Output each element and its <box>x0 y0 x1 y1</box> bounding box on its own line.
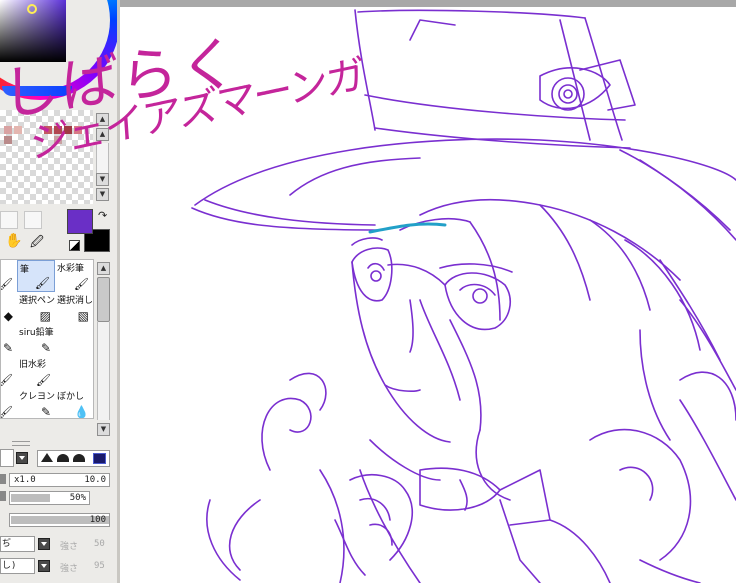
tool-slot[interactable]: 選択消し ▧ <box>55 292 93 324</box>
size-tool-icon <box>0 474 6 484</box>
brush-shape-soft-icon[interactable] <box>41 453 53 462</box>
swatch-palette[interactable] <box>0 110 93 204</box>
swatch[interactable] <box>4 126 12 134</box>
tool-label: siru鉛筆 <box>19 328 54 338</box>
texture-dropdown-button[interactable] <box>38 538 50 550</box>
bleed-select[interactable]: し) <box>0 558 35 574</box>
tool-panel: ▲ ▲ ▼ ▼ ✋ 🖉 ↷ ラン🖌筆🖌水彩筆🖌ム◆選択ペン▨選択消し▧ペン✎si… <box>0 0 117 583</box>
texture-select[interactable]: ぢ <box>0 536 35 552</box>
tool-slot[interactable]: 筆🖌 <box>17 260 55 292</box>
brush-shape-round-icon[interactable] <box>73 454 85 462</box>
panel-separator[interactable] <box>12 441 30 446</box>
brush-size-field[interactable]: x1.0 10.0 <box>9 473 110 487</box>
brush-icon: 🖌 <box>1 406 13 418</box>
swatch-scrollbar-track[interactable] <box>96 143 109 173</box>
select-eraser-icon: ▧ <box>77 309 89 323</box>
brush-scale-label: x1.0 <box>14 475 36 485</box>
blur-icon: 💧 <box>74 405 89 419</box>
tool-label: 水彩筆 <box>57 264 85 274</box>
color-picker-ring[interactable] <box>27 4 37 14</box>
line-art-drawing <box>191 9 736 583</box>
pencil-icon: ✎ <box>40 341 51 355</box>
swatch[interactable] <box>14 126 22 134</box>
min-size-value: 50% <box>69 493 86 503</box>
tool-grid: ラン🖌筆🖌水彩筆🖌ム◆選択ペン▨選択消し▧ペン✎siru鉛筆✎筆🖌旧水彩🖌紙🖌ク… <box>0 259 94 419</box>
tool-slot[interactable] <box>55 324 93 356</box>
tool-label: 選択消し <box>57 296 93 306</box>
swatch-scroll-down-mid[interactable]: ▼ <box>96 173 109 186</box>
reset-colors-icon[interactable] <box>69 240 80 251</box>
swatch[interactable] <box>74 126 82 134</box>
bleed-select-value: し) <box>2 561 17 571</box>
brush-shape-medium-icon[interactable] <box>57 454 69 462</box>
tool-label: 選択ペン <box>19 296 55 306</box>
tool-slot[interactable]: 旧水彩 🖌 <box>17 356 55 388</box>
mode-button[interactable] <box>24 211 42 229</box>
brush-shape-square-icon[interactable] <box>93 453 106 464</box>
crayon-icon: ✎ <box>40 405 51 419</box>
tool-slot[interactable]: ぼかし 💧 <box>55 388 93 419</box>
tool-slot[interactable] <box>55 356 93 388</box>
min-size-fill <box>11 494 50 502</box>
tool-scroll-up[interactable]: ▲ <box>97 262 110 275</box>
swatch[interactable] <box>64 126 72 134</box>
swatch[interactable] <box>44 126 52 134</box>
bleed-strength-value: 95 <box>94 561 105 571</box>
brush-icon: 🖌 <box>35 373 51 387</box>
swatch[interactable] <box>4 136 12 144</box>
select-pen-icon: ▨ <box>39 309 51 323</box>
swap-colors-icon[interactable]: ↷ <box>98 209 107 222</box>
brush-shape-selector[interactable] <box>37 450 110 467</box>
tool-slot[interactable]: ペン✎ <box>1 324 17 356</box>
hand-tool-icon[interactable]: ✋ <box>5 233 22 249</box>
blend-mode-dropdown[interactable] <box>16 452 28 464</box>
tool-label: 旧水彩 <box>19 360 47 370</box>
mode-button[interactable] <box>0 211 18 229</box>
tool-scrollbar-track[interactable] <box>97 322 110 420</box>
primary-color-box[interactable] <box>67 209 93 234</box>
brush-icon: 🖌 <box>1 278 13 290</box>
hue-marker[interactable] <box>2 86 72 96</box>
eraser-icon: ◆ <box>3 309 13 323</box>
texture-strength-value: 50 <box>94 539 105 549</box>
tool-slot[interactable]: 筆🖌 <box>1 356 17 388</box>
texture-strength-label: 強さ <box>60 542 79 552</box>
density-value: 100 <box>89 515 106 525</box>
tool-slot[interactable]: ラン🖌 <box>1 260 17 292</box>
density-slider[interactable]: 100 <box>9 513 110 527</box>
blend-mode-select[interactable] <box>0 449 14 467</box>
swatch-scroll-down[interactable]: ▼ <box>96 188 109 201</box>
min-size-slider[interactable]: 50% <box>9 491 90 505</box>
bleed-strength-label: 強さ <box>60 564 79 574</box>
brush-size-value: 10.0 <box>84 475 106 485</box>
eyedropper-icon[interactable]: 🖉 <box>30 233 44 255</box>
swatch[interactable] <box>54 136 62 144</box>
texture-select-value: ぢ <box>2 539 12 549</box>
min-size-checkbox[interactable] <box>0 491 6 501</box>
swatch-scroll-mid[interactable]: ▲ <box>96 128 109 141</box>
hat-brim-highlight <box>368 222 447 234</box>
tool-slot[interactable]: クレヨン ✎ <box>17 388 55 419</box>
tool-slot[interactable]: siru鉛筆 ✎ <box>17 324 55 356</box>
tool-scroll-down[interactable]: ▼ <box>97 423 110 436</box>
tool-slot[interactable]: 水彩筆 🖌 <box>55 260 93 292</box>
pen-icon: ✎ <box>2 341 13 355</box>
bleed-dropdown-button[interactable] <box>38 560 50 572</box>
tool-label: ぼかし <box>57 392 85 402</box>
brush-icon: 🖌 <box>34 276 50 290</box>
brush-icon: 🖌 <box>1 374 13 386</box>
tool-slot[interactable]: 紙🖌 <box>1 388 17 418</box>
watercolor-brush-icon: 🖌 <box>73 277 89 291</box>
swatch-scroll-up[interactable]: ▲ <box>96 113 109 126</box>
tool-slot[interactable]: ム◆ <box>1 292 17 324</box>
tool-label: クレヨン <box>19 392 55 402</box>
tool-scrollbar-thumb[interactable] <box>97 277 110 322</box>
tool-slot[interactable]: 選択ペン ▨ <box>17 292 55 324</box>
swatch[interactable] <box>54 126 62 134</box>
tool-label: 筆 <box>20 265 30 275</box>
drawing-canvas[interactable] <box>120 0 736 583</box>
